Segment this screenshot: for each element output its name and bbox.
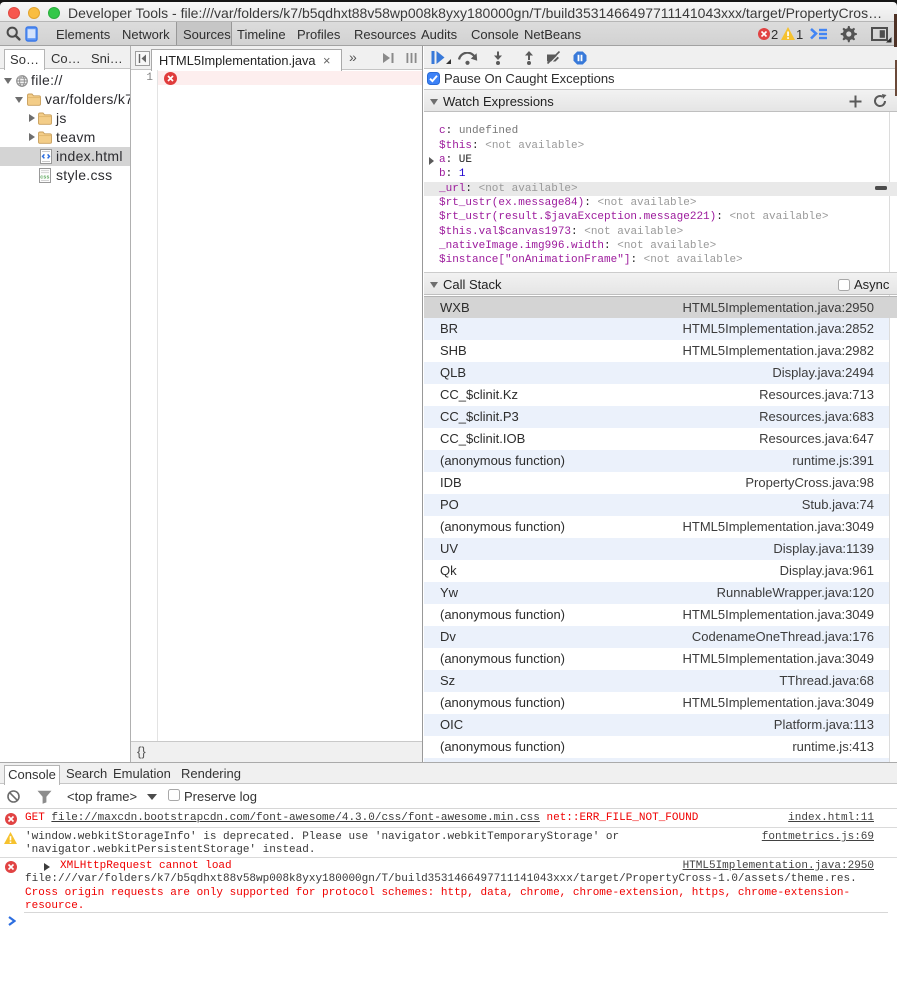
svg-text:css: css: [40, 175, 50, 181]
